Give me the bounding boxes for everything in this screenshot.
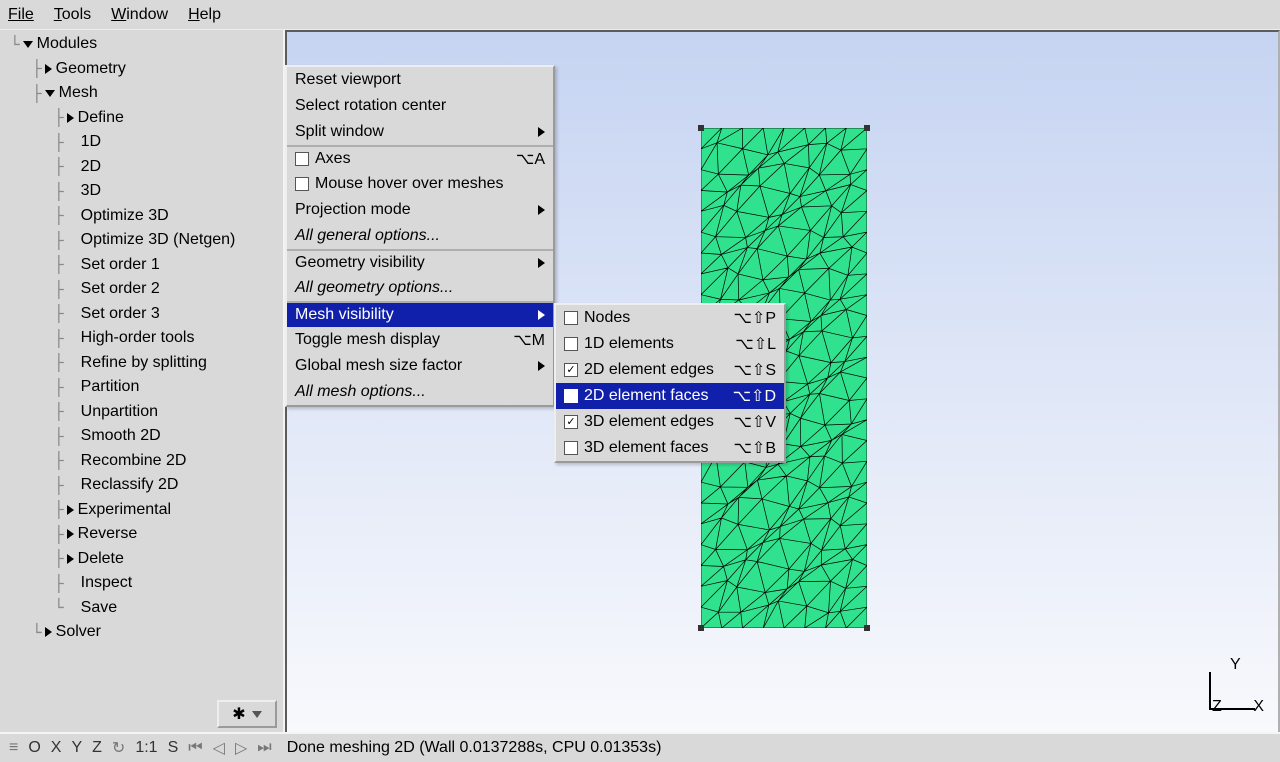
tree-mesh-delete[interactable]: ├Delete [10,547,283,572]
tree-mesh-set-order-1[interactable]: ├Set order 1 [10,253,283,278]
viewport[interactable]: Y X Z Reset viewport Select rotation cen… [285,30,1280,732]
tree-mesh[interactable]: ├Mesh [10,81,283,106]
tree-geometry[interactable]: ├Geometry [10,57,283,82]
main: └Modules ├Geometry ├Mesh ├Define├1D├2D├3… [0,30,1280,732]
tree-mesh-optimize-3d-netgen-[interactable]: ├Optimize 3D (Netgen) [10,228,283,253]
sb-scale[interactable]: 1:1 [132,739,160,757]
tree-mesh-experimental[interactable]: ├Experimental [10,498,283,523]
tree-mesh-smooth-2d[interactable]: ├Smooth 2D [10,424,283,449]
ctx-global-mesh-size-factor[interactable]: Global mesh size factor [287,353,553,379]
axis-indicator: Y X Z [1206,660,1262,716]
twisty-right-icon [45,627,52,637]
ctx-geometry-visibility[interactable]: Geometry visibility [287,249,553,275]
checkbox-icon [564,337,578,351]
twisty-right-icon [67,113,74,123]
tree-mesh-2d[interactable]: ├2D [10,155,283,180]
tree-mesh-define[interactable]: ├Define [10,106,283,131]
step-first-icon[interactable]: ⏮ [185,739,205,757]
submenu-2d-element-edges[interactable]: ✓2D element edges⌥⇧S [556,357,784,383]
tree-mesh-refine-by-splitting[interactable]: ├Refine by splitting [10,351,283,376]
ctx-select-rotation-center[interactable]: Select rotation center [287,93,553,119]
tree-mesh-set-order-2[interactable]: ├Set order 2 [10,277,283,302]
sb-S[interactable]: S [165,739,182,757]
submenu-arrow-icon [538,258,545,268]
submenu-arrow-icon [538,361,545,371]
menu-window[interactable]: Window [111,6,168,24]
checkbox-icon [564,441,578,455]
checkbox-icon: ✓ [564,415,578,429]
menu-tools[interactable]: Tools [54,6,91,24]
tree-mesh-reverse[interactable]: ├Reverse [10,522,283,547]
status-message: Done meshing 2D (Wall 0.0137288s, CPU 0.… [287,739,662,757]
tree-mesh-set-order-3[interactable]: ├Set order 3 [10,302,283,327]
twisty-right-icon [67,554,74,564]
dropdown-icon [252,711,262,718]
tree-solver[interactable]: └Solver [10,620,283,645]
sidebar: └Modules ├Geometry ├Mesh ├Define├1D├2D├3… [0,30,285,732]
menu-help[interactable]: Help [188,6,221,24]
ctx-toggle-mesh-display[interactable]: Toggle mesh display⌥M [287,327,553,353]
submenu-2d-element-faces[interactable]: ✓2D element faces⌥⇧D [556,383,784,409]
tree-mesh-3d[interactable]: ├3D [10,179,283,204]
sb-X[interactable]: X [48,739,65,757]
menu-file[interactable]: File [8,6,34,24]
axis-x-label: X [1253,698,1264,716]
ctx-all-geometry-options[interactable]: All geometry options... [287,275,553,301]
twisty-down-icon [45,90,55,97]
context-menu: Reset viewport Select rotation center Sp… [285,65,555,407]
tree-root-modules[interactable]: └Modules [10,32,283,57]
checkbox-icon [295,177,309,191]
sb-O[interactable]: O [25,739,43,757]
submenu-arrow-icon [538,127,545,137]
checkbox-icon: ✓ [564,389,578,403]
ctx-mesh-visibility[interactable]: Mesh visibility [287,301,553,327]
ctx-mouse-hover-meshes[interactable]: Mouse hover over meshes [287,171,553,197]
sb-Y[interactable]: Y [68,739,85,757]
ctx-reset-viewport[interactable]: Reset viewport [287,67,553,93]
checkbox-icon: ✓ [564,363,578,377]
twisty-right-icon [67,505,74,515]
step-back-icon[interactable]: ◁ [210,738,228,758]
sb-Z[interactable]: Z [89,739,105,757]
checkbox-icon [295,152,309,166]
submenu-arrow-icon [538,205,545,215]
rotate-icon[interactable]: ↻ [109,738,128,758]
tree-mesh-unpartition[interactable]: ├Unpartition [10,400,283,425]
step-fwd-icon[interactable]: ▷ [232,738,250,758]
options-button[interactable]: ✱ [217,700,277,728]
ctx-split-window[interactable]: Split window [287,119,553,145]
submenu-3d-element-faces[interactable]: 3D element faces⌥⇧B [556,435,784,461]
tree-mesh-reclassify-2d[interactable]: ├Reclassify 2D [10,473,283,498]
submenu-3d-element-edges[interactable]: ✓3D element edges⌥⇧V [556,409,784,435]
submenu-nodes[interactable]: Nodes⌥⇧P [556,305,784,331]
tree-mesh-partition[interactable]: ├Partition [10,375,283,400]
axis-z-label: Z [1212,698,1222,716]
submenu-1d-elements[interactable]: 1D elements⌥⇧L [556,331,784,357]
ctx-all-general-options[interactable]: All general options... [287,223,553,249]
checkbox-icon [564,311,578,325]
ctx-all-mesh-options[interactable]: All mesh options... [287,379,553,405]
mesh-visibility-submenu: Nodes⌥⇧P1D elements⌥⇧L✓2D element edges⌥… [554,303,786,463]
axis-y-label: Y [1230,656,1241,674]
twisty-down-icon [23,41,33,48]
menubar: File Tools Window Help [0,0,1280,30]
step-last-icon[interactable]: ⏭ [254,739,274,757]
tree-mesh-optimize-3d[interactable]: ├Optimize 3D [10,204,283,229]
tree-mesh-1d[interactable]: ├1D [10,130,283,155]
gear-icon: ✱ [232,704,245,724]
tree-mesh-recombine-2d[interactable]: ├Recombine 2D [10,449,283,474]
ctx-projection-mode[interactable]: Projection mode [287,197,553,223]
statusbar: ≡ O X Y Z ↻ 1:1 S ⏮ ◁ ▷ ⏭ Done meshing 2… [0,732,1280,762]
ctx-axes[interactable]: Axes⌥A [287,145,553,171]
twisty-right-icon [45,64,52,74]
tree-mesh-high-order-tools[interactable]: ├High-order tools [10,326,283,351]
submenu-arrow-icon [538,310,545,320]
tree-mesh-inspect[interactable]: ├Inspect [10,571,283,596]
menu-icon[interactable]: ≡ [6,739,21,757]
tree-mesh-save[interactable]: └Save [10,596,283,621]
twisty-right-icon [67,529,74,539]
module-tree: └Modules ├Geometry ├Mesh ├Define├1D├2D├3… [0,32,283,645]
